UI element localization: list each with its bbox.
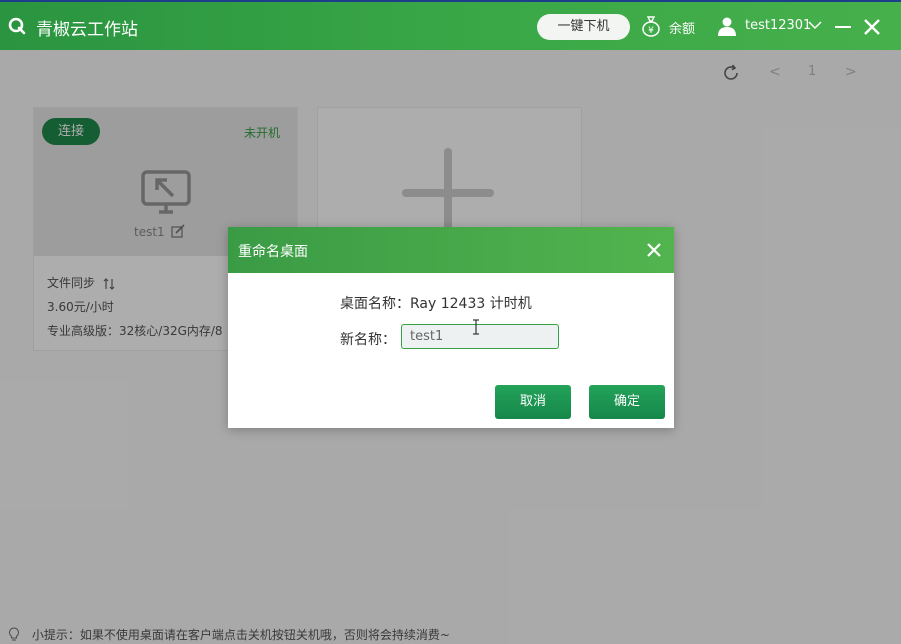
chevron-down-icon[interactable] — [808, 20, 822, 30]
username[interactable]: test12301 — [745, 18, 811, 33]
minimize-icon[interactable] — [835, 26, 851, 28]
user-icon[interactable] — [717, 16, 737, 36]
rename-dialog: 重命名桌面 桌面名称：Ray 12433 计时机 新名称： 取消 确定 — [228, 227, 674, 428]
new-name-input[interactable] — [401, 324, 559, 349]
current-name-value: Ray 12433 计时机 — [410, 296, 532, 312]
balance-label[interactable]: 余额 — [669, 18, 695, 37]
current-name-row: 桌面名称：Ray 12433 计时机 — [340, 293, 532, 313]
current-name-label: 桌面名称： — [340, 296, 410, 312]
title-bar: 青椒云工作站 一键下机 ¥ 余额 test12301 — [0, 0, 901, 50]
app-title: 青椒云工作站 — [36, 20, 138, 40]
cancel-button[interactable]: 取消 — [495, 385, 571, 419]
new-name-label: 新名称： — [340, 332, 396, 348]
confirm-button[interactable]: 确定 — [589, 385, 665, 419]
money-bag-icon[interactable]: ¥ — [641, 15, 661, 37]
dialog-header: 重命名桌面 — [228, 227, 674, 273]
svg-text:¥: ¥ — [648, 26, 654, 36]
app-logo-icon — [8, 17, 26, 35]
close-icon[interactable] — [646, 242, 662, 258]
close-window-icon[interactable] — [864, 19, 880, 35]
text-cursor-icon — [473, 319, 479, 335]
dialog-title: 重命名桌面 — [238, 244, 308, 260]
one-click-shutdown-button[interactable]: 一键下机 — [537, 14, 630, 40]
